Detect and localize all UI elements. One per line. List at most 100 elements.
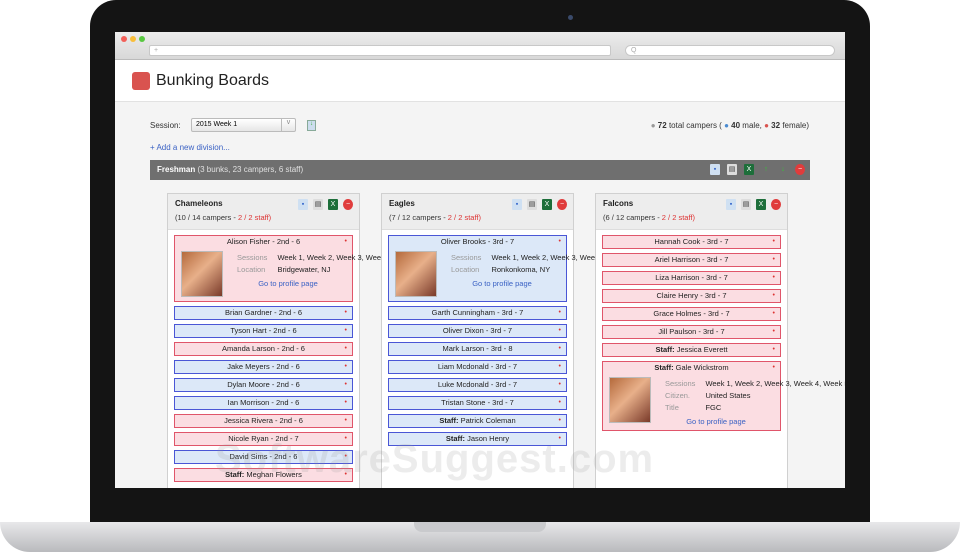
remove-person-icon[interactable]: • xyxy=(345,236,347,247)
app-logo-icon xyxy=(132,72,150,90)
person-name: Dylan Moore - 2nd - 6 xyxy=(227,380,300,389)
staff-card[interactable]: Staff: Jessica Everett • xyxy=(602,343,781,357)
remove-person-icon[interactable]: • xyxy=(773,344,775,355)
remove-person-icon[interactable]: • xyxy=(773,308,775,319)
detail-key: Citizen. xyxy=(665,391,691,400)
remove-person-icon[interactable]: • xyxy=(345,469,347,480)
remove-person-icon[interactable]: • xyxy=(345,451,347,462)
remove-person-icon[interactable]: • xyxy=(559,397,561,408)
camper-card[interactable]: Nicole Ryan - 2nd - 7 • xyxy=(174,432,353,446)
camper-card[interactable]: Luke Mcdonald - 3rd - 7 • xyxy=(388,378,567,392)
person-name-line: Nicole Ryan - 2nd - 7 xyxy=(175,433,352,444)
staff-card[interactable]: Staff: Gale Wickstrom • Sessions Week 1, We… xyxy=(602,361,845,431)
close-window-button[interactable] xyxy=(121,36,127,42)
female-count: 32 xyxy=(771,121,781,130)
remove-person-icon[interactable]: • xyxy=(559,325,561,336)
camper-card[interactable]: Brian Gardner - 2nd - 6 • xyxy=(174,306,353,320)
remove-person-icon[interactable]: • xyxy=(559,343,561,354)
move-up-icon[interactable]: ↑ xyxy=(761,164,771,175)
person-name: Nicole Ryan - 2nd - 7 xyxy=(228,434,299,443)
camper-card[interactable]: Grace Holmes - 3rd - 7 • xyxy=(602,307,781,321)
remove-division-icon[interactable]: − xyxy=(795,164,805,175)
camper-card[interactable]: Jessica Rivera - 2nd - 6 • xyxy=(174,414,353,428)
staff-card[interactable]: Staff: Meghan Flowers • xyxy=(174,468,353,482)
camper-card[interactable]: David Sims - 2nd - 6 • xyxy=(174,450,353,464)
camper-card[interactable]: Jill Paulson - 3rd - 7 • xyxy=(602,325,781,339)
camper-card[interactable]: Oliver Dixon - 3rd - 7 • xyxy=(388,324,567,338)
print-icon[interactable]: ▤ xyxy=(527,199,537,210)
detail-value: United States xyxy=(705,391,751,400)
remove-person-icon[interactable]: • xyxy=(773,254,775,265)
person-name-line: Ariel Harrison - 3rd - 7 xyxy=(603,254,780,265)
camper-card[interactable]: Hannah Cook - 3rd - 7 • xyxy=(602,235,781,249)
camper-card[interactable]: Ian Morrison - 2nd - 6 • xyxy=(174,396,353,410)
detail-key: Location xyxy=(237,265,266,274)
camper-card[interactable]: Jake Meyers - 2nd - 6 • xyxy=(174,360,353,374)
id-card-icon[interactable]: ▪ xyxy=(710,164,720,175)
camper-card[interactable]: Claire Henry - 3rd - 7 • xyxy=(602,289,781,303)
profile-link[interactable]: Go to profile page xyxy=(233,280,343,288)
remove-person-icon[interactable]: • xyxy=(345,325,347,336)
camper-card[interactable]: Mark Larson - 3rd - 8 • xyxy=(388,342,567,356)
excel-icon[interactable]: X xyxy=(328,199,338,210)
remove-person-icon[interactable]: • xyxy=(773,236,775,247)
remove-bunk-icon[interactable]: − xyxy=(771,199,781,210)
print-icon[interactable]: ▤ xyxy=(741,199,751,210)
remove-person-icon[interactable]: • xyxy=(559,379,561,390)
profile-link[interactable]: Go to profile page xyxy=(447,280,557,288)
remove-person-icon[interactable]: • xyxy=(773,362,775,373)
remove-person-icon[interactable]: • xyxy=(345,307,347,318)
person-name: Garth Cunningham - 3rd - 7 xyxy=(431,308,524,317)
session-select[interactable]: 2015 Week 1 v xyxy=(191,118,296,132)
remove-person-icon[interactable]: • xyxy=(345,433,347,444)
remove-bunk-icon[interactable]: − xyxy=(557,199,567,210)
remove-person-icon[interactable]: • xyxy=(345,397,347,408)
camper-card[interactable]: Ariel Harrison - 3rd - 7 • xyxy=(602,253,781,267)
id-card-icon[interactable]: ▪ xyxy=(726,199,736,210)
profile-link[interactable]: Go to profile page xyxy=(661,418,771,426)
move-down-icon[interactable]: ↓ xyxy=(778,164,788,175)
person-name-line: Staff: Patrick Coleman xyxy=(389,415,566,426)
laptop-notch xyxy=(414,522,546,532)
remove-person-icon[interactable]: • xyxy=(773,272,775,283)
remove-person-icon[interactable]: • xyxy=(773,290,775,301)
remove-person-icon[interactable]: • xyxy=(559,307,561,318)
minimize-window-button[interactable] xyxy=(130,36,136,42)
camper-card[interactable]: Liza Harrison - 3rd - 7 • xyxy=(602,271,781,285)
camper-card[interactable]: Tristan Stone - 3rd - 7 • xyxy=(388,396,567,410)
id-card-icon[interactable]: ▪ xyxy=(512,199,522,210)
remove-bunk-icon[interactable]: − xyxy=(343,199,353,210)
export-session-icon[interactable]: ↓ xyxy=(307,120,316,131)
remove-person-icon[interactable]: • xyxy=(559,415,561,426)
staff-card[interactable]: Staff: Patrick Coleman • xyxy=(388,414,567,428)
camper-card[interactable]: Amanda Larson - 2nd - 6 • xyxy=(174,342,353,356)
remove-person-icon[interactable]: • xyxy=(559,236,561,247)
excel-icon[interactable]: X xyxy=(744,164,754,175)
camper-card[interactable]: Oliver Brooks - 3rd - 7 • Sessions Week 1, … xyxy=(388,235,605,302)
camper-card[interactable]: Alison Fisher - 2nd - 6 • Sessions Week 1, … xyxy=(174,235,509,302)
female-label: female) xyxy=(782,121,809,130)
excel-icon[interactable]: X xyxy=(542,199,552,210)
remove-person-icon[interactable]: • xyxy=(773,326,775,337)
id-card-icon[interactable]: ▪ xyxy=(298,199,308,210)
remove-person-icon[interactable]: • xyxy=(345,415,347,426)
print-icon[interactable]: ▤ xyxy=(313,199,323,210)
print-icon[interactable]: ▤ xyxy=(727,164,737,175)
address-bar[interactable]: + xyxy=(149,45,611,56)
excel-icon[interactable]: X xyxy=(756,199,766,210)
staff-card[interactable]: Staff: Jason Henry • xyxy=(388,432,567,446)
maximize-window-button[interactable] xyxy=(139,36,145,42)
add-division-link[interactable]: + Add a new division... xyxy=(150,143,230,152)
browser-search[interactable]: Q xyxy=(625,45,835,56)
remove-person-icon[interactable]: • xyxy=(559,361,561,372)
remove-person-icon[interactable]: • xyxy=(345,379,347,390)
camper-card[interactable]: Tyson Hart - 2nd - 6 • xyxy=(174,324,353,338)
detail-row: Sessions Week 1, Week 2, Week 3, Week 4, … xyxy=(663,379,845,389)
remove-person-icon[interactable]: • xyxy=(559,433,561,444)
camper-card[interactable]: Dylan Moore - 2nd - 6 • xyxy=(174,378,353,392)
camper-card[interactable]: Liam Mcdonald - 3rd - 7 • xyxy=(388,360,567,374)
camper-card[interactable]: Garth Cunningham - 3rd - 7 • xyxy=(388,306,567,320)
remove-person-icon[interactable]: • xyxy=(345,343,347,354)
remove-person-icon[interactable]: • xyxy=(345,361,347,372)
person-name-line: Luke Mcdonald - 3rd - 7 xyxy=(389,379,566,390)
